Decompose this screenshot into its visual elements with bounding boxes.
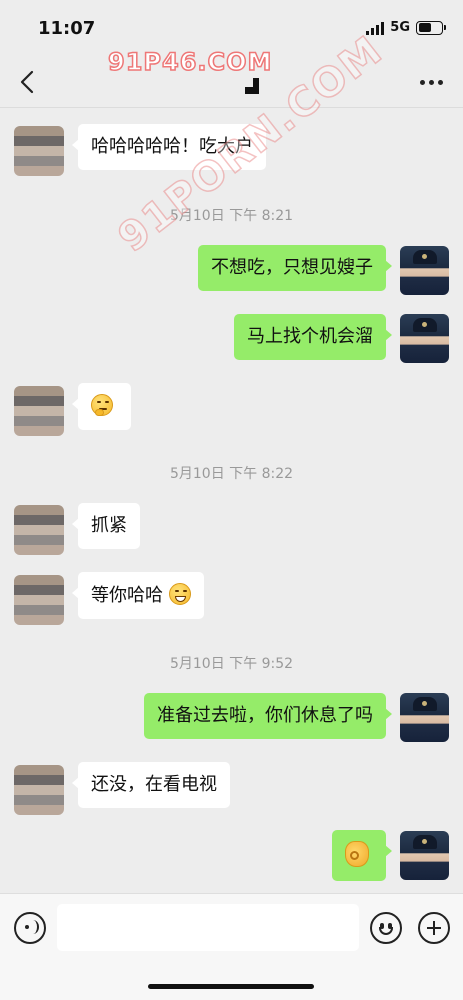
signal-icon <box>366 21 385 35</box>
ok-hand-icon <box>345 841 369 867</box>
thinking-face-icon <box>91 394 113 416</box>
message-bubble-right[interactable]: 不想吃，只想见嫂子 <box>198 245 392 291</box>
message-text: 不想吃，只想见嫂子 <box>211 257 373 278</box>
timestamp: 5月10日 下午 8:22 <box>169 466 294 482</box>
home-indicator[interactable] <box>148 984 314 989</box>
my-avatar[interactable] <box>400 693 449 742</box>
message-bubble-right[interactable] <box>332 830 392 881</box>
voice-input-icon[interactable] <box>14 912 46 944</box>
message-text: 哈哈哈哈哈！吃大户 <box>91 136 253 157</box>
message-text: 马上找个机会溜 <box>247 326 373 347</box>
watermark-text: 91P46.COM <box>107 47 273 77</box>
status-indicators: 5G <box>366 20 446 35</box>
grinning-face-icon <box>168 583 191 605</box>
timestamp: 5月10日 下午 9:52 <box>169 656 294 672</box>
message-text: 等你哈哈 <box>91 585 163 606</box>
nav-divider <box>0 107 463 108</box>
contact-avatar[interactable] <box>14 575 64 625</box>
message-bubble-right[interactable]: 准备过去啦，你们休息了吗 <box>144 693 392 739</box>
back-icon[interactable] <box>18 70 38 94</box>
my-avatar[interactable] <box>400 246 449 295</box>
my-avatar[interactable] <box>400 314 449 363</box>
more-functions-icon[interactable] <box>418 912 450 944</box>
my-avatar[interactable] <box>400 831 449 880</box>
message-bubble-right[interactable]: 马上找个机会溜 <box>234 314 392 360</box>
status-time: 11:07 <box>38 18 96 39</box>
timestamp: 5月10日 下午 8:21 <box>169 208 294 224</box>
more-options-icon[interactable] <box>420 80 443 85</box>
message-text: 准备过去啦，你们休息了吗 <box>157 705 373 726</box>
message-bubble-left[interactable]: 抓紧 <box>72 503 140 549</box>
contact-avatar[interactable] <box>14 505 64 555</box>
message-bubble-left[interactable]: 还没，在看电视 <box>72 762 230 808</box>
message-bubble-left[interactable]: 等你哈哈 <box>72 572 204 619</box>
message-input[interactable] <box>57 904 359 951</box>
message-bubble-left[interactable]: 哈哈哈哈哈！吃大户 <box>72 124 266 170</box>
contact-avatar[interactable] <box>14 765 64 815</box>
contact-avatar[interactable] <box>14 386 64 436</box>
network-type: 5G <box>390 20 410 35</box>
emoji-picker-icon[interactable] <box>370 912 402 944</box>
chat-title-icon <box>245 78 259 94</box>
contact-avatar[interactable] <box>14 126 64 176</box>
message-bubble-left[interactable] <box>72 383 131 430</box>
message-text: 抓紧 <box>91 515 127 536</box>
battery-icon <box>416 20 446 35</box>
message-text: 还没，在看电视 <box>91 774 217 795</box>
